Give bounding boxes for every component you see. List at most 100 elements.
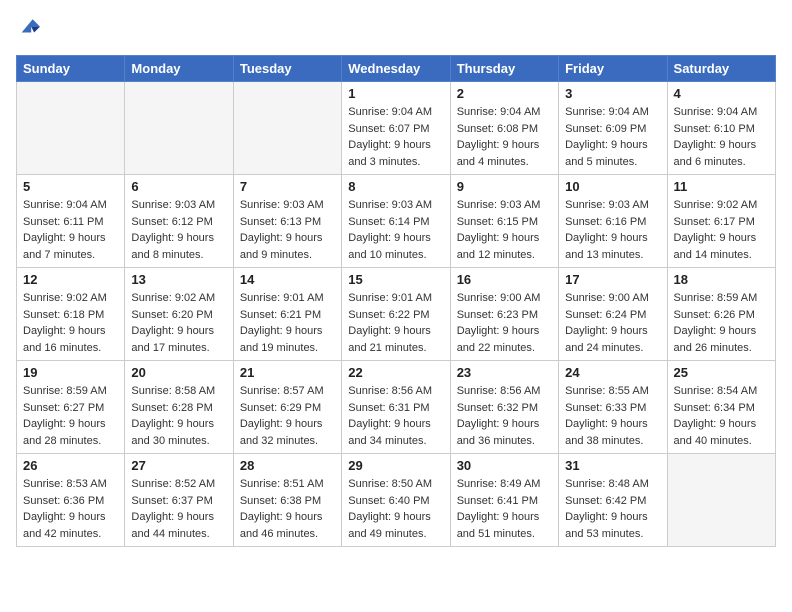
day-info: Sunrise: 8:55 AM Sunset: 6:33 PM Dayligh… [565, 383, 660, 449]
calendar-cell: 2Sunrise: 9:04 AM Sunset: 6:08 PM Daylig… [450, 82, 558, 175]
logo [16, 16, 40, 43]
day-info: Sunrise: 9:03 AM Sunset: 6:16 PM Dayligh… [565, 197, 660, 263]
calendar-week-2: 5 Sunrise: 9:04 AM Sunset: 6:11 PM Daylig… [17, 175, 776, 268]
calendar-cell: 1 Sunrise: 9:04 AM Sunset: 6:07 PM Daylig… [342, 82, 450, 175]
day-number: 12 [23, 272, 118, 287]
calendar-cell: 5 Sunrise: 9:04 AM Sunset: 6:11 PM Daylig… [17, 175, 125, 268]
day-info: Sunrise: 9:02 AM Sunset: 6:18 PM Dayligh… [23, 290, 118, 356]
calendar-cell: 12 Sunrise: 9:02 AM Sunset: 6:18 PM Dayli… [17, 268, 125, 361]
day-number: 27 [131, 458, 226, 473]
day-info: Sunrise: 8:54 AM Sunset: 6:34 PM Dayligh… [674, 383, 769, 449]
day-info: Sunrise: 8:51 AM Sunset: 6:38 PM Dayligh… [240, 476, 335, 542]
calendar-cell [667, 454, 775, 547]
calendar-cell: 13Sunrise: 9:02 AM Sunset: 6:20 PM Dayli… [125, 268, 233, 361]
day-info: Sunrise: 8:53 AM Sunset: 6:36 PM Dayligh… [23, 476, 118, 542]
col-header-wednesday: Wednesday [342, 56, 450, 82]
calendar-cell: 9 Sunrise: 9:03 AM Sunset: 6:15 PM Daylig… [450, 175, 558, 268]
day-number: 22 [348, 365, 443, 380]
day-info: Sunrise: 8:57 AM Sunset: 6:29 PM Dayligh… [240, 383, 335, 449]
day-number: 11 [674, 179, 769, 194]
calendar-cell: 18 Sunrise: 8:59 AM Sunset: 6:26 PM Dayli… [667, 268, 775, 361]
day-number: 15 [348, 272, 443, 287]
day-info: Sunrise: 8:59 AM Sunset: 6:26 PM Dayligh… [674, 290, 769, 356]
calendar-cell: 7 Sunrise: 9:03 AM Sunset: 6:13 PM Daylig… [233, 175, 341, 268]
calendar-cell [17, 82, 125, 175]
day-number: 7 [240, 179, 335, 194]
day-number: 17 [565, 272, 660, 287]
day-info: Sunrise: 9:04 AM Sunset: 6:07 PM Dayligh… [348, 104, 443, 170]
day-number: 4 [674, 86, 769, 101]
calendar-cell: 14 Sunrise: 9:01 AM Sunset: 6:21 PM Dayli… [233, 268, 341, 361]
day-number: 28 [240, 458, 335, 473]
day-info: Sunrise: 9:03 AM Sunset: 6:13 PM Dayligh… [240, 197, 335, 263]
calendar: SundayMondayTuesdayWednesdayThursdayFrid… [16, 55, 776, 547]
calendar-cell: 22 Sunrise: 8:56 AM Sunset: 6:31 PM Dayli… [342, 361, 450, 454]
calendar-cell: 4 Sunrise: 9:04 AM Sunset: 6:10 PM Daylig… [667, 82, 775, 175]
calendar-cell: 19 Sunrise: 8:59 AM Sunset: 6:27 PM Dayli… [17, 361, 125, 454]
calendar-cell: 17Sunrise: 9:00 AM Sunset: 6:24 PM Dayli… [559, 268, 667, 361]
day-number: 18 [674, 272, 769, 287]
day-info: Sunrise: 8:50 AM Sunset: 6:40 PM Dayligh… [348, 476, 443, 542]
day-info: Sunrise: 9:03 AM Sunset: 6:14 PM Dayligh… [348, 197, 443, 263]
day-number: 20 [131, 365, 226, 380]
day-number: 5 [23, 179, 118, 194]
col-header-thursday: Thursday [450, 56, 558, 82]
day-info: Sunrise: 9:04 AM Sunset: 6:09 PM Dayligh… [565, 104, 660, 170]
day-number: 8 [348, 179, 443, 194]
calendar-week-5: 26 Sunrise: 8:53 AM Sunset: 6:36 PM Dayli… [17, 454, 776, 547]
day-info: Sunrise: 8:58 AM Sunset: 6:28 PM Dayligh… [131, 383, 226, 449]
day-info: Sunrise: 8:56 AM Sunset: 6:32 PM Dayligh… [457, 383, 552, 449]
day-number: 26 [23, 458, 118, 473]
calendar-cell: 8 Sunrise: 9:03 AM Sunset: 6:14 PM Daylig… [342, 175, 450, 268]
calendar-week-3: 12 Sunrise: 9:02 AM Sunset: 6:18 PM Dayli… [17, 268, 776, 361]
day-info: Sunrise: 9:01 AM Sunset: 6:21 PM Dayligh… [240, 290, 335, 356]
calendar-cell [233, 82, 341, 175]
day-number: 3 [565, 86, 660, 101]
calendar-cell: 25 Sunrise: 8:54 AM Sunset: 6:34 PM Dayli… [667, 361, 775, 454]
col-header-saturday: Saturday [667, 56, 775, 82]
col-header-friday: Friday [559, 56, 667, 82]
calendar-cell: 6 Sunrise: 9:03 AM Sunset: 6:12 PM Daylig… [125, 175, 233, 268]
day-number: 14 [240, 272, 335, 287]
calendar-cell: 3 Sunrise: 9:04 AM Sunset: 6:09 PM Daylig… [559, 82, 667, 175]
day-number: 6 [131, 179, 226, 194]
calendar-cell: 16 Sunrise: 9:00 AM Sunset: 6:23 PM Dayli… [450, 268, 558, 361]
calendar-cell: 24Sunrise: 8:55 AM Sunset: 6:33 PM Dayli… [559, 361, 667, 454]
calendar-cell: 23 Sunrise: 8:56 AM Sunset: 6:32 PM Dayli… [450, 361, 558, 454]
calendar-cell: 30 Sunrise: 8:49 AM Sunset: 6:41 PM Dayli… [450, 454, 558, 547]
day-number: 16 [457, 272, 552, 287]
calendar-cell: 11 Sunrise: 9:02 AM Sunset: 6:17 PM Dayli… [667, 175, 775, 268]
day-info: Sunrise: 8:59 AM Sunset: 6:27 PM Dayligh… [23, 383, 118, 449]
calendar-cell: 10Sunrise: 9:03 AM Sunset: 6:16 PM Dayli… [559, 175, 667, 268]
day-info: Sunrise: 8:56 AM Sunset: 6:31 PM Dayligh… [348, 383, 443, 449]
day-info: Sunrise: 9:04 AM Sunset: 6:08 PM Dayligh… [457, 104, 552, 170]
calendar-cell: 21 Sunrise: 8:57 AM Sunset: 6:29 PM Dayli… [233, 361, 341, 454]
day-info: Sunrise: 8:48 AM Sunset: 6:42 PM Dayligh… [565, 476, 660, 542]
calendar-cell: 15 Sunrise: 9:01 AM Sunset: 6:22 PM Dayli… [342, 268, 450, 361]
day-info: Sunrise: 9:02 AM Sunset: 6:17 PM Dayligh… [674, 197, 769, 263]
day-number: 19 [23, 365, 118, 380]
day-number: 25 [674, 365, 769, 380]
day-number: 21 [240, 365, 335, 380]
day-number: 23 [457, 365, 552, 380]
day-info: Sunrise: 9:03 AM Sunset: 6:12 PM Dayligh… [131, 197, 226, 263]
calendar-cell: 29Sunrise: 8:50 AM Sunset: 6:40 PM Dayli… [342, 454, 450, 547]
day-info: Sunrise: 9:02 AM Sunset: 6:20 PM Dayligh… [131, 290, 226, 356]
day-number: 9 [457, 179, 552, 194]
col-header-sunday: Sunday [17, 56, 125, 82]
day-info: Sunrise: 8:49 AM Sunset: 6:41 PM Dayligh… [457, 476, 552, 542]
day-number: 31 [565, 458, 660, 473]
day-number: 30 [457, 458, 552, 473]
day-info: Sunrise: 9:01 AM Sunset: 6:22 PM Dayligh… [348, 290, 443, 356]
day-number: 1 [348, 86, 443, 101]
day-info: Sunrise: 9:00 AM Sunset: 6:23 PM Dayligh… [457, 290, 552, 356]
logo-icon [18, 16, 40, 38]
calendar-cell: 27 Sunrise: 8:52 AM Sunset: 6:37 PM Dayli… [125, 454, 233, 547]
calendar-cell: 26 Sunrise: 8:53 AM Sunset: 6:36 PM Dayli… [17, 454, 125, 547]
day-info: Sunrise: 9:04 AM Sunset: 6:11 PM Dayligh… [23, 197, 118, 263]
day-info: Sunrise: 9:03 AM Sunset: 6:15 PM Dayligh… [457, 197, 552, 263]
day-info: Sunrise: 9:04 AM Sunset: 6:10 PM Dayligh… [674, 104, 769, 170]
day-info: Sunrise: 8:52 AM Sunset: 6:37 PM Dayligh… [131, 476, 226, 542]
col-header-tuesday: Tuesday [233, 56, 341, 82]
calendar-cell: 20 Sunrise: 8:58 AM Sunset: 6:28 PM Dayli… [125, 361, 233, 454]
